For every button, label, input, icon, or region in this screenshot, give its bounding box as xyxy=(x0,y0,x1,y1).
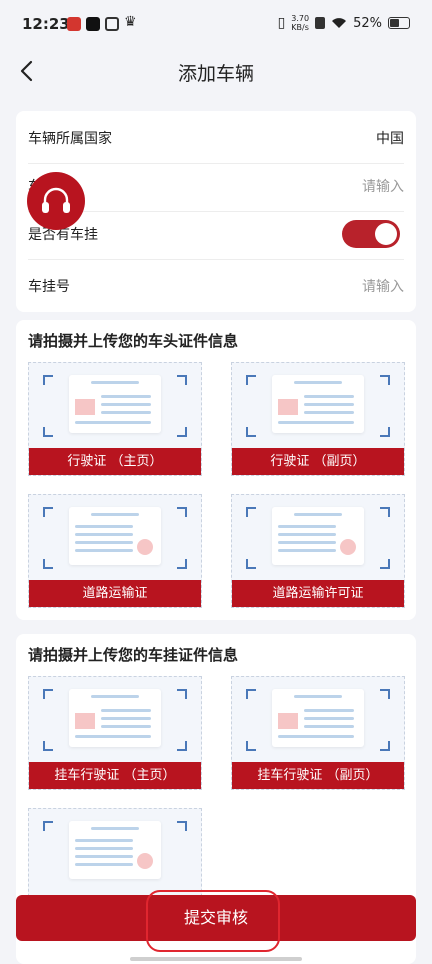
trailer-number-label: 车挂号 xyxy=(28,279,70,295)
frame-corner xyxy=(380,559,390,569)
frame-corner xyxy=(246,427,256,437)
upload-tile-trailer-license-secondary[interactable]: 挂车行驶证 （副页） xyxy=(231,676,405,790)
status-right: ▯ 3.70 KB/s 52% xyxy=(278,14,410,32)
frame-corner xyxy=(43,507,53,517)
trailer-number-input[interactable]: 请输入 xyxy=(362,276,404,296)
tile-label: 挂车行驶证 （主页） xyxy=(29,762,201,789)
trailer-number-row: 车挂号 请输入 xyxy=(28,259,404,311)
frame-corner xyxy=(43,559,53,569)
home-indicator xyxy=(130,957,302,961)
frame-corner xyxy=(177,741,187,751)
status-bar: 12:23 ♛ ▯ 3.70 KB/s 52% xyxy=(0,0,432,50)
id-card-icon xyxy=(272,375,364,433)
frame-corner xyxy=(380,741,390,751)
country-value: 中国 xyxy=(376,131,404,147)
frame-corner xyxy=(177,821,187,831)
sim-icon xyxy=(315,17,326,29)
id-card-icon xyxy=(272,689,364,747)
app-notification-icon xyxy=(67,17,81,31)
submit-highlight-annotation xyxy=(146,890,280,952)
country-label: 车辆所属国家 xyxy=(28,131,112,147)
frame-corner xyxy=(246,559,256,569)
crown-icon: ♛ xyxy=(124,14,137,30)
frame-corner xyxy=(246,741,256,751)
upload-tile-transport-permit[interactable]: 道路运输许可证 xyxy=(231,494,405,608)
head-docs-title: 请拍摄并上传您的车头证件信息 xyxy=(28,332,239,350)
tile-label: 道路运输许可证 xyxy=(232,580,404,607)
country-row[interactable]: 车辆所属国家 中国 xyxy=(28,111,404,164)
upload-tile-license-secondary[interactable]: 行驶证 （副页） xyxy=(231,362,405,476)
frame-corner xyxy=(380,689,390,699)
certificate-icon xyxy=(272,507,364,565)
tile-label: 道路运输证 xyxy=(29,580,201,607)
id-card-icon xyxy=(69,375,161,433)
toggle-knob xyxy=(375,223,397,245)
frame-corner xyxy=(246,507,256,517)
upload-tile-transport-cert[interactable]: 道路运输证 xyxy=(28,494,202,608)
frame-corner xyxy=(177,689,187,699)
trailer-docs-title: 请拍摄并上传您的车挂证件信息 xyxy=(28,646,239,664)
customer-service-button[interactable] xyxy=(27,172,85,230)
frame-corner xyxy=(177,559,187,569)
page-title: 添加车辆 xyxy=(177,63,254,85)
upload-tile-license-main[interactable]: 行驶证 （主页） xyxy=(28,362,202,476)
trailer-toggle[interactable] xyxy=(342,220,400,248)
battery-icon xyxy=(388,17,410,29)
frame-corner xyxy=(43,375,53,385)
tile-label: 挂车行驶证 （副页） xyxy=(232,762,404,789)
frame-corner xyxy=(177,375,187,385)
upload-tile-trailer-license-main[interactable]: 挂车行驶证 （主页） xyxy=(28,676,202,790)
frame-corner xyxy=(246,689,256,699)
net-speed: 3.70 KB/s xyxy=(291,14,309,32)
wifi-icon xyxy=(332,18,347,28)
vibrate-icon: ▯ xyxy=(277,15,286,31)
frame-corner xyxy=(177,507,187,517)
id-card-icon xyxy=(69,689,161,747)
headset-icon xyxy=(42,187,70,213)
certificate-icon xyxy=(69,821,161,879)
tile-label: 行驶证 （主页） xyxy=(29,448,201,475)
tile-label: 行驶证 （副页） xyxy=(232,448,404,475)
frame-corner xyxy=(380,507,390,517)
head-docs-card: 请拍摄并上传您的车头证件信息 行驶证 （主页） 行驶证 （副页） 道路运输证 道… xyxy=(16,320,416,620)
frame-corner xyxy=(43,427,53,437)
net-speed-unit: KB/s xyxy=(291,23,309,32)
nav-bar: 添加车辆 xyxy=(0,50,432,94)
net-speed-value: 3.70 xyxy=(291,14,310,23)
message-icon xyxy=(105,17,119,31)
status-time: 12:23 xyxy=(22,15,70,33)
frame-corner xyxy=(43,741,53,751)
certificate-icon xyxy=(69,507,161,565)
battery-percent: 52% xyxy=(353,15,382,31)
frame-corner xyxy=(43,689,53,699)
plate-input[interactable]: 请输入 xyxy=(362,176,404,196)
frame-corner xyxy=(246,375,256,385)
frame-corner xyxy=(177,427,187,437)
frame-corner xyxy=(43,821,53,831)
frame-corner xyxy=(380,427,390,437)
tiktok-icon xyxy=(86,17,100,31)
frame-corner xyxy=(380,375,390,385)
